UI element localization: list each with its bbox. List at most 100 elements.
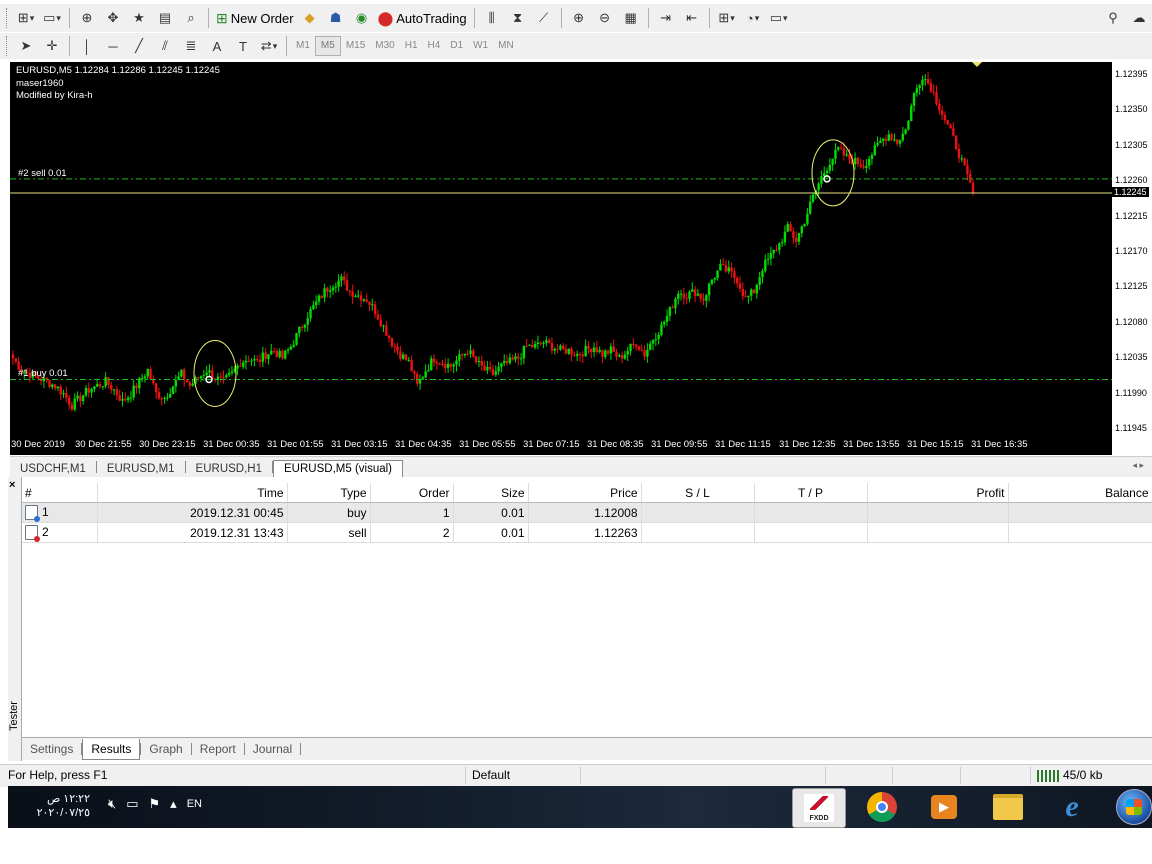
table-row[interactable]: 1 2019.12.31 00:45 buy 1 0.01 1.12008 [22, 502, 1152, 523]
column-header[interactable]: S / L [641, 483, 755, 503]
metaeditor-icon[interactable]: ◆ [299, 7, 321, 29]
equidistant-channel-icon[interactable]: ⫽ [154, 35, 176, 57]
candle-bear [632, 343, 635, 345]
period-h4-button[interactable]: H4 [423, 37, 446, 55]
period-d1-button[interactable]: D1 [445, 37, 468, 55]
zoom-in-icon[interactable]: ⊕ [568, 7, 590, 29]
tab-journal[interactable]: Journal [245, 742, 300, 756]
action-center-flag-icon[interactable]: ⚑ [149, 796, 161, 812]
chart-shift-icon[interactable]: ⇤ [681, 7, 703, 29]
chat-icon[interactable]: ☁ [1128, 7, 1150, 29]
taskbar-ie-button[interactable]: e [1046, 788, 1098, 826]
candle-bear [640, 349, 643, 351]
period-m15-button[interactable]: M15 [341, 37, 370, 55]
autotrading-icon: ⬤ [377, 9, 394, 26]
candle-bull [912, 93, 916, 106]
autotrading-button[interactable]: ⬤ AutoTrading [375, 10, 470, 27]
candle-bear [578, 354, 582, 356]
period-m1-button[interactable]: M1 [291, 37, 315, 55]
period-mn-button[interactable]: MN [493, 37, 519, 55]
line-chart-icon[interactable]: ⟋ [533, 7, 555, 29]
terminal-icon[interactable]: ▤ [154, 7, 176, 29]
chart-area[interactable]: EURUSD,M5 1.12284 1.12286 1.12245 1.1224… [10, 62, 1112, 438]
period-m5-button[interactable]: M5 [314, 36, 341, 56]
price-chart[interactable] [10, 62, 1112, 438]
fibonacci-icon[interactable]: ≣ [180, 35, 202, 57]
support-icon[interactable]: ☗ [325, 7, 347, 29]
new-chart-icon[interactable]: ⊞ [15, 7, 37, 29]
time-axis[interactable]: 30 Dec 2019 30 Dec 21:55 30 Dec 23:15 31 De… [10, 438, 1112, 455]
text-icon[interactable]: A [206, 35, 228, 57]
search-icon[interactable]: ⚲ [1102, 7, 1124, 29]
volume-muted-icon[interactable]: 🔇︎ [108, 796, 116, 812]
period-m30-button[interactable]: M30 [370, 37, 399, 55]
column-header[interactable]: Balance [1008, 483, 1152, 503]
candle-bear [275, 350, 279, 357]
status-bar: For Help, press F1 Default 45/0 kb [0, 764, 1152, 787]
arrows-icon[interactable]: ⇄ [258, 35, 280, 57]
tab-scroll-arrows[interactable]: ◂ ▸ [1132, 460, 1144, 471]
language-indicator[interactable]: EN [187, 798, 202, 810]
tab-report[interactable]: Report [192, 742, 244, 756]
period-h1-button[interactable]: H1 [400, 37, 423, 55]
candle-bear [896, 139, 899, 144]
column-header[interactable]: Type [287, 483, 371, 503]
start-button[interactable] [1114, 788, 1152, 826]
navigator-icon[interactable]: ★ [128, 7, 150, 29]
crosshair-icon[interactable]: ✛ [41, 35, 63, 57]
horizontal-line-icon[interactable]: ─ [102, 35, 124, 57]
table-row[interactable]: 2 2019.12.31 13:43 sell 2 0.01 1.12263 [22, 522, 1152, 543]
column-header[interactable]: Price [528, 483, 642, 503]
templates-icon[interactable]: ▭ [768, 7, 790, 29]
tab-settings[interactable]: Settings [22, 742, 81, 756]
tab-graph[interactable]: Graph [141, 742, 190, 756]
taskbar-fxdd-button[interactable]: FXDD [792, 788, 846, 828]
candlestick-icon[interactable]: ⧗ [507, 7, 529, 29]
period-w1-button[interactable]: W1 [468, 37, 493, 55]
auto-scroll-icon[interactable]: ⇥ [655, 7, 677, 29]
price-axis[interactable]: 1.12395 1.12350 1.12305 1.12260 1.12215 1.121… [1112, 62, 1152, 438]
market-watch-icon[interactable]: ⊕ [76, 7, 98, 29]
zoom-out-icon[interactable]: ⊖ [594, 7, 616, 29]
tab-results[interactable]: Results [82, 738, 141, 760]
tile-windows-icon[interactable]: ▦ [620, 7, 642, 29]
column-header[interactable]: Time [97, 483, 288, 503]
chart-tab[interactable]: USDCHF,M1 [10, 461, 96, 477]
table-cell: 1.12008 [528, 502, 642, 523]
chart-tab[interactable]: EURUSD,M1 [97, 461, 185, 477]
column-header[interactable]: # [22, 483, 98, 503]
table-cell [1008, 522, 1152, 543]
bar-chart-icon[interactable]: ⫼ [481, 7, 503, 29]
show-hidden-icons-icon[interactable]: ▴ [170, 796, 177, 812]
network-icon[interactable]: ▭ [126, 796, 138, 812]
signals-icon[interactable]: ◉ [351, 7, 373, 29]
chart-tab[interactable]: EURUSD,H1 [186, 461, 272, 477]
indicator-name: maser1960 [16, 77, 64, 89]
price-tick-label: 1.12260 [1115, 175, 1148, 186]
candle-bear [736, 277, 739, 284]
column-header[interactable]: T / P [754, 483, 868, 503]
taskbar-clock[interactable]: ١٢:٢٢ ص ٢٠٢٠/٠٧/٢٥ [28, 792, 90, 820]
text-label-icon[interactable]: T [232, 35, 254, 57]
taskbar-explorer-button[interactable] [982, 788, 1034, 826]
vertical-line-icon[interactable]: │ [76, 35, 98, 57]
data-window-icon[interactable]: ✥ [102, 7, 124, 29]
candle-bull [146, 369, 149, 377]
cursor-icon[interactable]: ➤ [15, 35, 37, 57]
profiles-icon[interactable]: ▭ [41, 7, 63, 29]
strategy-tester-icon[interactable]: ⌕ [180, 7, 202, 29]
indicators-icon[interactable]: ⊞ [716, 7, 738, 29]
toolbar-grip-2[interactable] [6, 36, 10, 56]
taskbar-media-button[interactable]: ▶ [918, 788, 970, 826]
periods-clock-icon[interactable]: ◔ [742, 7, 764, 29]
candle-bear [300, 326, 304, 328]
column-header[interactable]: Size [453, 483, 529, 503]
taskbar-chrome-button[interactable] [856, 788, 908, 826]
toolbar-grip[interactable] [6, 8, 10, 28]
column-header[interactable]: Order [370, 483, 454, 503]
column-header[interactable]: Profit [867, 483, 1009, 503]
chart-tab[interactable]: EURUSD,M5 (visual) [273, 460, 404, 477]
trendline-icon[interactable]: ╱ [128, 35, 150, 57]
close-icon[interactable]: × [9, 479, 15, 491]
new-order-button[interactable]: ⊞ New Order [213, 10, 297, 27]
